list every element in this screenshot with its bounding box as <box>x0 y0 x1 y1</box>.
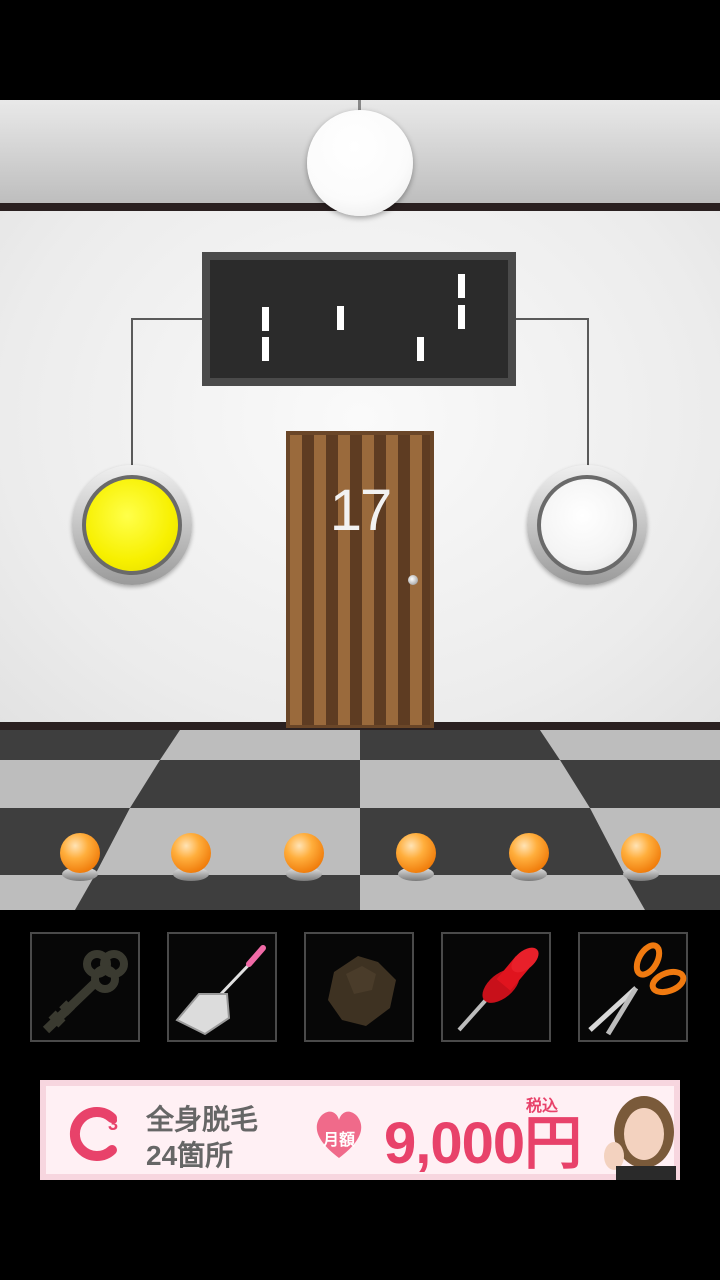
svg-text:3: 3 <box>108 1114 118 1134</box>
display-segment <box>458 305 465 329</box>
advertisement-banner[interactable]: 3 全身脱毛 24箇所 月額 9,000円 税込 <box>40 1080 680 1180</box>
ad-heart-text: 月額 <box>322 1132 355 1149</box>
display-segment <box>458 274 465 298</box>
display-segment <box>417 337 424 361</box>
rock-icon <box>328 956 396 1026</box>
scissors-icon <box>588 942 687 1036</box>
ad-logo-icon: 3 <box>69 1107 118 1161</box>
ad-model-photo <box>604 1096 676 1180</box>
inventory-slot-rock[interactable] <box>304 932 414 1042</box>
ad-text-line2: 24箇所 <box>146 1140 234 1171</box>
display-segment <box>337 306 344 330</box>
right-indicator-light[interactable] <box>527 465 647 585</box>
left-wire-horizontal <box>131 318 204 320</box>
left-light-bulb <box>86 479 178 571</box>
floor-button-5[interactable] <box>509 833 549 883</box>
floor-button-ball <box>284 833 324 873</box>
inventory-slot-pushpin[interactable] <box>441 932 551 1042</box>
code-display-panel[interactable] <box>202 252 516 386</box>
floor-button-ball <box>60 833 100 873</box>
inventory-slot-shovel[interactable] <box>167 932 277 1042</box>
floor-button-ball <box>621 833 661 873</box>
inventory-slot-scissors[interactable] <box>578 932 688 1042</box>
ad-tax-label: 税込 <box>526 1098 559 1115</box>
key-icon <box>42 950 128 1034</box>
code-display-screen <box>210 260 508 378</box>
floor-button-ball <box>509 833 549 873</box>
inventory-bar <box>0 910 720 1080</box>
floor-button-ball <box>171 833 211 873</box>
ad-background: 3 全身脱毛 24箇所 月額 9,000円 税込 <box>46 1086 676 1180</box>
room-scene: 17 <box>0 100 720 910</box>
right-light-ring <box>537 475 637 575</box>
floor-button-ball <box>396 833 436 873</box>
floor-button-2[interactable] <box>171 833 211 883</box>
ad-text-line1: 全身脱毛 <box>146 1104 259 1135</box>
right-light-bulb <box>541 479 633 571</box>
right-wire-horizontal <box>514 318 589 320</box>
pushpin-icon <box>457 947 539 1032</box>
left-indicator-light[interactable] <box>72 465 192 585</box>
floor-button-4[interactable] <box>396 833 436 883</box>
right-wire-vertical <box>587 318 589 466</box>
status-bar <box>0 0 720 100</box>
left-wire-vertical <box>131 318 133 466</box>
display-segment <box>262 337 269 361</box>
door-knob[interactable] <box>408 575 418 585</box>
exit-door[interactable]: 17 <box>290 435 430 725</box>
floor-button-3[interactable] <box>284 833 324 883</box>
floor-button-6[interactable] <box>621 833 661 883</box>
navigation-bar <box>0 1180 720 1280</box>
inventory-slot-key[interactable] <box>30 932 140 1042</box>
display-segment <box>262 307 269 331</box>
floor-button-1[interactable] <box>60 833 100 883</box>
ceiling-lamp[interactable] <box>307 110 413 216</box>
door-number: 17 <box>329 478 393 543</box>
left-light-ring <box>82 475 182 575</box>
shovel-icon <box>175 945 266 1036</box>
checkered-floor <box>0 730 720 910</box>
